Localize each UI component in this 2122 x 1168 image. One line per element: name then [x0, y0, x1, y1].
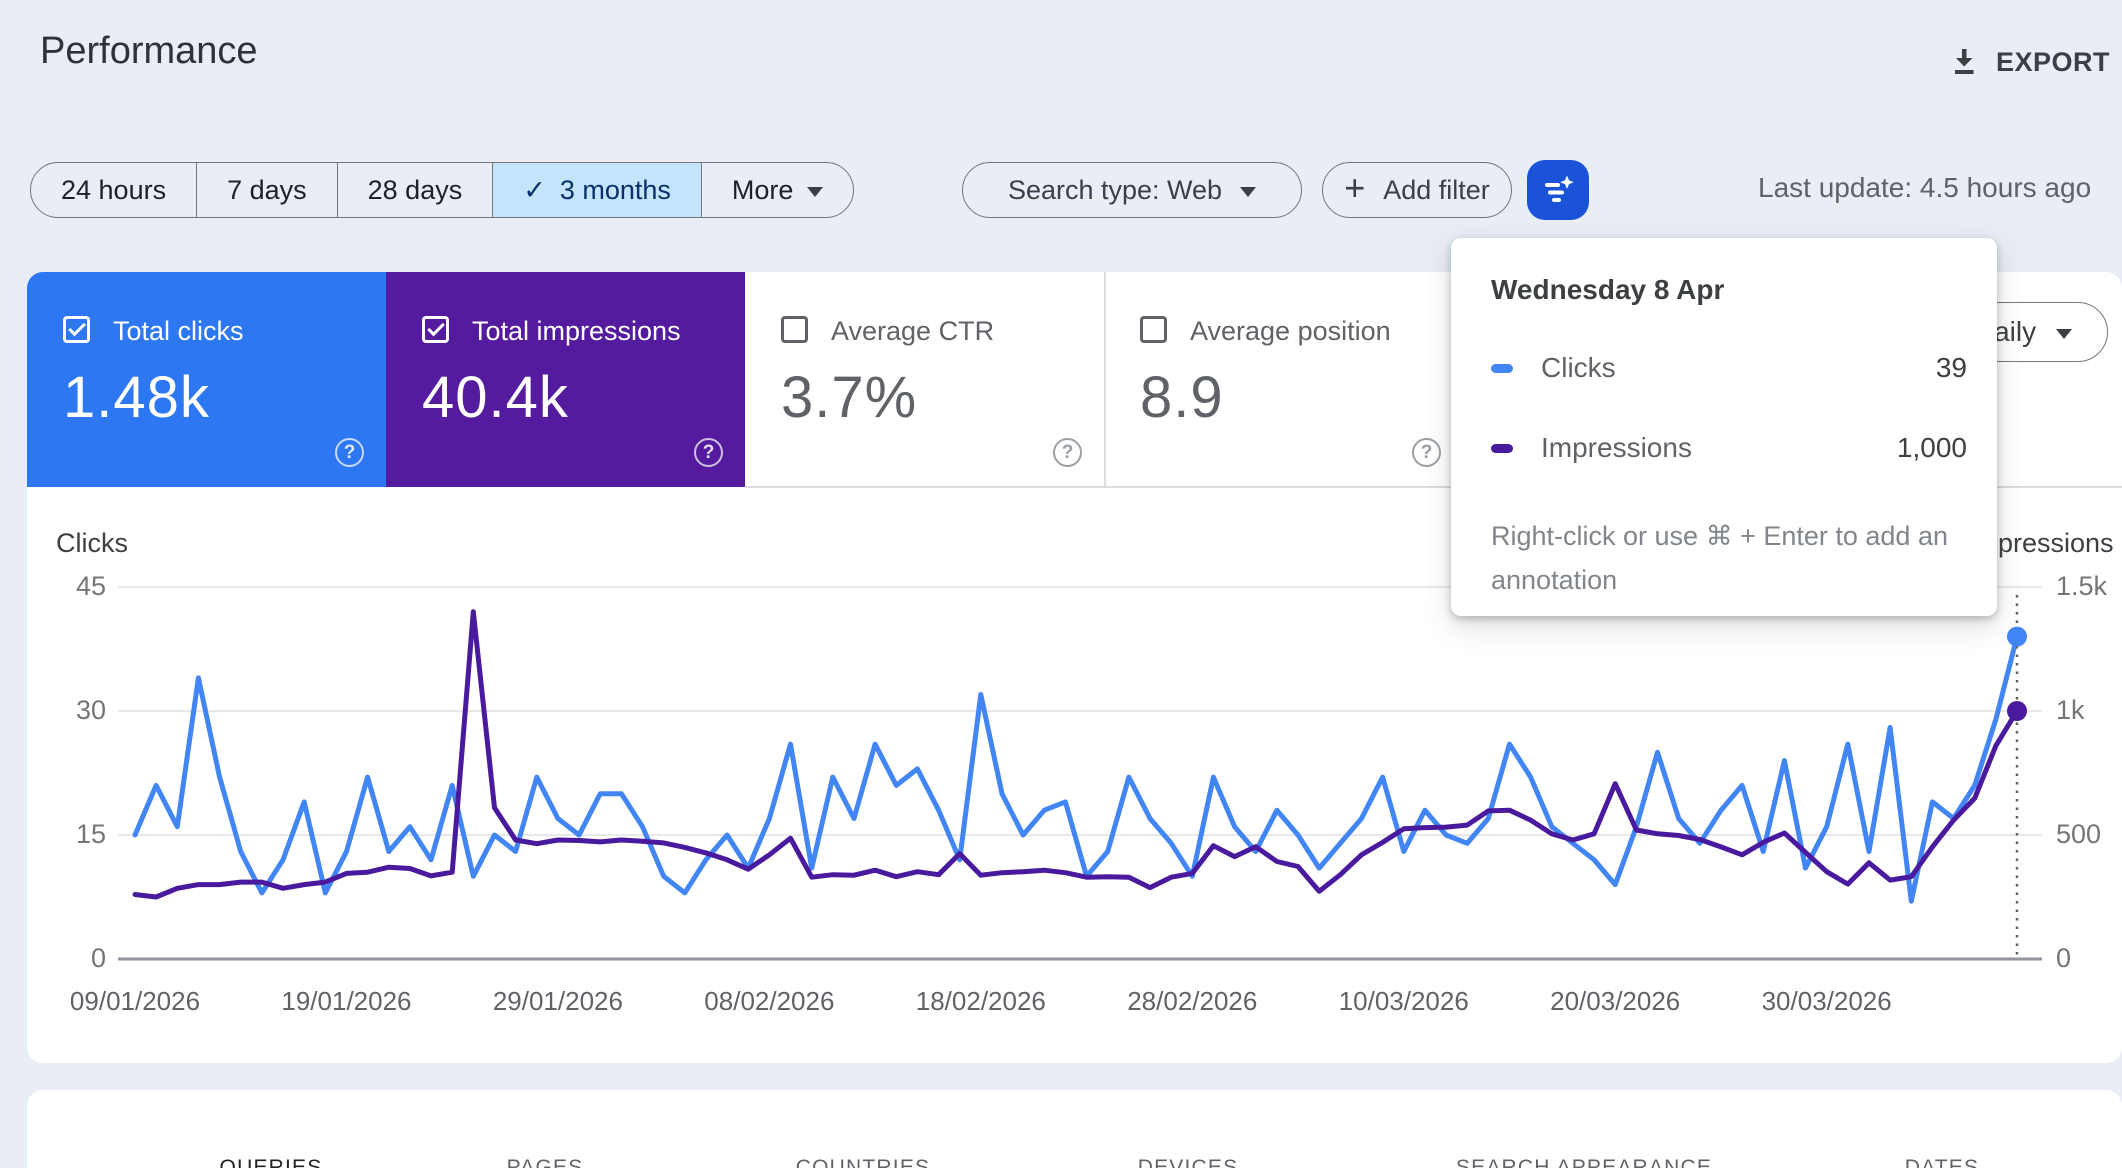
- tab-search-appearance[interactable]: SEARCH APPEARANCE: [1456, 1156, 1712, 1168]
- add-filter-label: Add filter: [1383, 174, 1490, 205]
- chevron-down-icon: [1240, 186, 1257, 197]
- tab-queries[interactable]: QUERIES: [220, 1156, 323, 1168]
- add-filter-button[interactable]: + Add filter: [1322, 162, 1512, 218]
- tab-pages[interactable]: PAGES: [507, 1156, 584, 1168]
- metric-card-average-ctr[interactable]: Average CTR 3.7%?: [745, 272, 1104, 487]
- x-tick-date: 30/03/2026: [1761, 986, 1892, 1016]
- metric-checkbox[interactable]: [63, 316, 90, 343]
- chevron-down-icon: [807, 186, 824, 197]
- filter-sparkle-icon: [1540, 172, 1576, 208]
- tooltip-rows: Clicks 39 Impressions 1,000: [1491, 352, 1967, 464]
- x-tick-date: 19/01/2026: [281, 986, 412, 1016]
- metric-card-average-position[interactable]: Average position 8.9?: [1104, 272, 1463, 487]
- tooltip-series-value: 39: [1935, 352, 1967, 383]
- range-3-months[interactable]: ✓ 3 months: [493, 163, 702, 217]
- tab-countries[interactable]: COUNTRIES: [796, 1156, 930, 1168]
- metric-card-total-impressions[interactable]: Total impressions 40.4k?: [386, 272, 745, 487]
- y-tick-left: 0: [90, 943, 106, 973]
- range-28-days[interactable]: 28 days: [338, 163, 494, 217]
- y-tick-left: 30: [75, 695, 106, 725]
- dimensions-card: [27, 1090, 2122, 1168]
- y-tick-left: 15: [75, 819, 106, 849]
- x-tick-date: 09/01/2026: [69, 986, 201, 1016]
- page-title: Performance: [40, 30, 258, 72]
- ai-filter-button[interactable]: [1527, 160, 1589, 220]
- export-button[interactable]: EXPORT: [1948, 46, 2110, 78]
- range-label: 7 days: [227, 174, 307, 205]
- tooltip-series-value: 1,000: [1896, 432, 1967, 463]
- tooltip-annotation-hint: Right-click or use ⌘ + Enter to add an a…: [1491, 521, 1948, 595]
- metric-label: Total clicks: [113, 316, 244, 346]
- y-axis-title-clicks: Clicks: [56, 528, 128, 558]
- y-tick-left: 45: [75, 571, 106, 601]
- metric-card-total-clicks[interactable]: Total clicks 1.48k?: [27, 272, 386, 487]
- x-tick-date: 29/01/2026: [492, 986, 623, 1016]
- date-range-group: 24 hours 7 days 28 days ✓ 3 months More: [30, 162, 855, 218]
- tab-devices[interactable]: DEVICES: [1138, 1156, 1239, 1168]
- help-icon[interactable]: ?: [694, 438, 723, 467]
- metric-checkbox[interactable]: [781, 316, 808, 343]
- search-type-dropdown[interactable]: Search type: Web: [962, 162, 1302, 218]
- search-type-label: Search type: Web: [1007, 174, 1223, 205]
- y-tick-right: 1k: [2056, 695, 2085, 725]
- x-tick-date: 10/03/2026: [1338, 986, 1469, 1016]
- x-tick-date: 28/02/2026: [1127, 986, 1258, 1016]
- help-icon[interactable]: ?: [1412, 438, 1441, 467]
- range-label: 3 months: [559, 174, 671, 205]
- metric-value: 8.9: [1140, 365, 1224, 430]
- metric-value: 1.48k: [63, 365, 210, 430]
- x-tick-date: 18/02/2026: [915, 986, 1046, 1016]
- chevron-down-icon: [2056, 328, 2073, 339]
- tooltip-date: Wednesday 8 Apr: [1491, 274, 1725, 305]
- check-icon: ✓: [523, 174, 546, 205]
- hover-tooltip: Wednesday 8 Apr Clicks 39 Impressions 1,000…: [1451, 238, 1997, 616]
- tooltip-row: Clicks 39: [1491, 352, 1967, 384]
- range-24-hours[interactable]: 24 hours: [31, 163, 198, 217]
- more-label: More: [731, 174, 794, 205]
- series-dash-icon: [1491, 363, 1513, 373]
- tooltip-series-label: Clicks: [1541, 352, 1616, 383]
- last-update-text: Last update: 4.5 hours ago: [1758, 172, 2092, 203]
- metric-value: 3.7%: [781, 365, 918, 430]
- help-icon[interactable]: ?: [335, 438, 364, 467]
- download-icon: [1948, 46, 1980, 78]
- x-tick-date: 08/02/2026: [704, 986, 835, 1016]
- y-tick-right: 1.5k: [2056, 571, 2108, 601]
- y-tick-right: 500: [2056, 819, 2102, 849]
- export-label: EXPORT: [1996, 46, 2111, 77]
- metric-checkbox[interactable]: [1140, 316, 1167, 343]
- tab-dates[interactable]: DATES: [1905, 1156, 1979, 1168]
- x-tick-date: 20/03/2026: [1550, 986, 1681, 1016]
- tooltip-series-label: Impressions: [1541, 432, 1692, 463]
- performance-page: Performance EXPORT 24 hours 7 days 28 days…: [0, 0, 2122, 1168]
- metric-label: Average position: [1190, 316, 1391, 346]
- metric-checkbox[interactable]: [422, 316, 449, 343]
- range-label: 24 hours: [61, 174, 167, 205]
- range-label: 28 days: [367, 174, 463, 205]
- metric-value: 40.4k: [422, 365, 569, 430]
- metric-divider: [1104, 272, 1106, 487]
- range-7-days[interactable]: 7 days: [197, 163, 338, 217]
- series-dash-icon: [1491, 443, 1513, 453]
- metric-label: Average CTR: [831, 316, 995, 346]
- y-tick-right: 0: [2056, 943, 2072, 973]
- tooltip-row: Impressions 1,000: [1491, 432, 1967, 464]
- range-more-dropdown[interactable]: More: [702, 163, 854, 217]
- metric-label: Total impressions: [472, 316, 681, 346]
- plus-icon: +: [1344, 167, 1366, 208]
- help-icon[interactable]: ?: [1053, 438, 1082, 467]
